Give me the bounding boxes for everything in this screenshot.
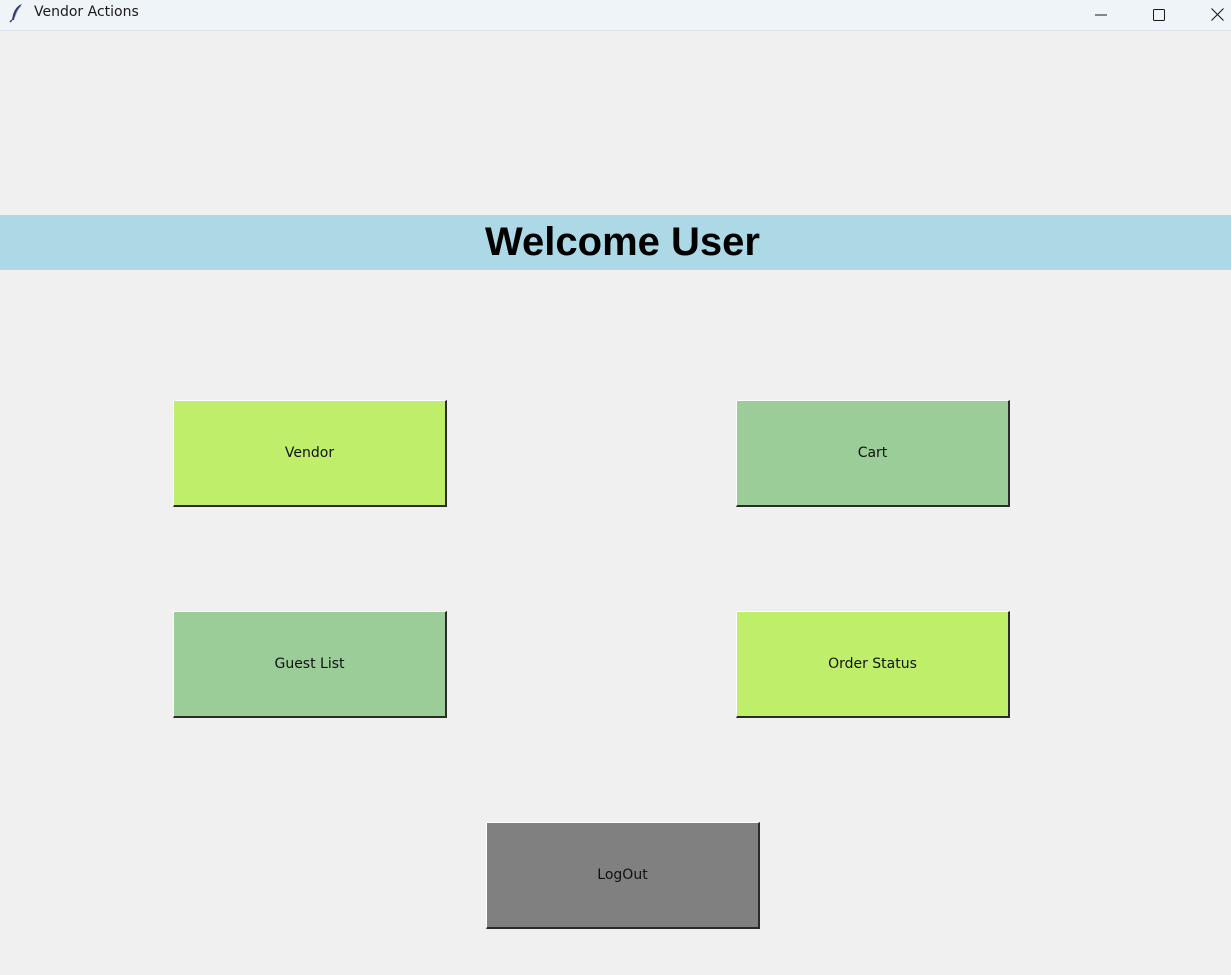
close-button[interactable] [1194, 0, 1231, 30]
logout-button[interactable]: LogOut [486, 822, 760, 929]
maximize-button[interactable] [1136, 0, 1182, 30]
main-content: Welcome User Vendor Cart Guest List Orde… [0, 31, 1231, 975]
minimize-button[interactable] [1078, 0, 1124, 30]
cart-button[interactable]: Cart [736, 400, 1010, 507]
logout-button-label: LogOut [597, 867, 648, 883]
welcome-title: Welcome User [485, 220, 760, 264]
vendor-button-label: Vendor [284, 445, 335, 461]
guest-list-button-label: Guest List [274, 656, 345, 672]
window-titlebar: Vendor Actions [0, 0, 1231, 31]
window-title: Vendor Actions [34, 4, 139, 20]
maximize-icon [1153, 6, 1165, 25]
minimize-icon [1095, 6, 1107, 25]
close-icon [1210, 6, 1224, 25]
guest-list-button[interactable]: Guest List [173, 611, 447, 718]
order-status-button-label: Order Status [828, 656, 917, 672]
order-status-button[interactable]: Order Status [736, 611, 1010, 718]
welcome-banner: Welcome User [0, 215, 1231, 270]
vendor-button[interactable]: Vendor [173, 400, 447, 507]
feather-icon [9, 3, 25, 23]
cart-button-label: Cart [857, 445, 888, 461]
